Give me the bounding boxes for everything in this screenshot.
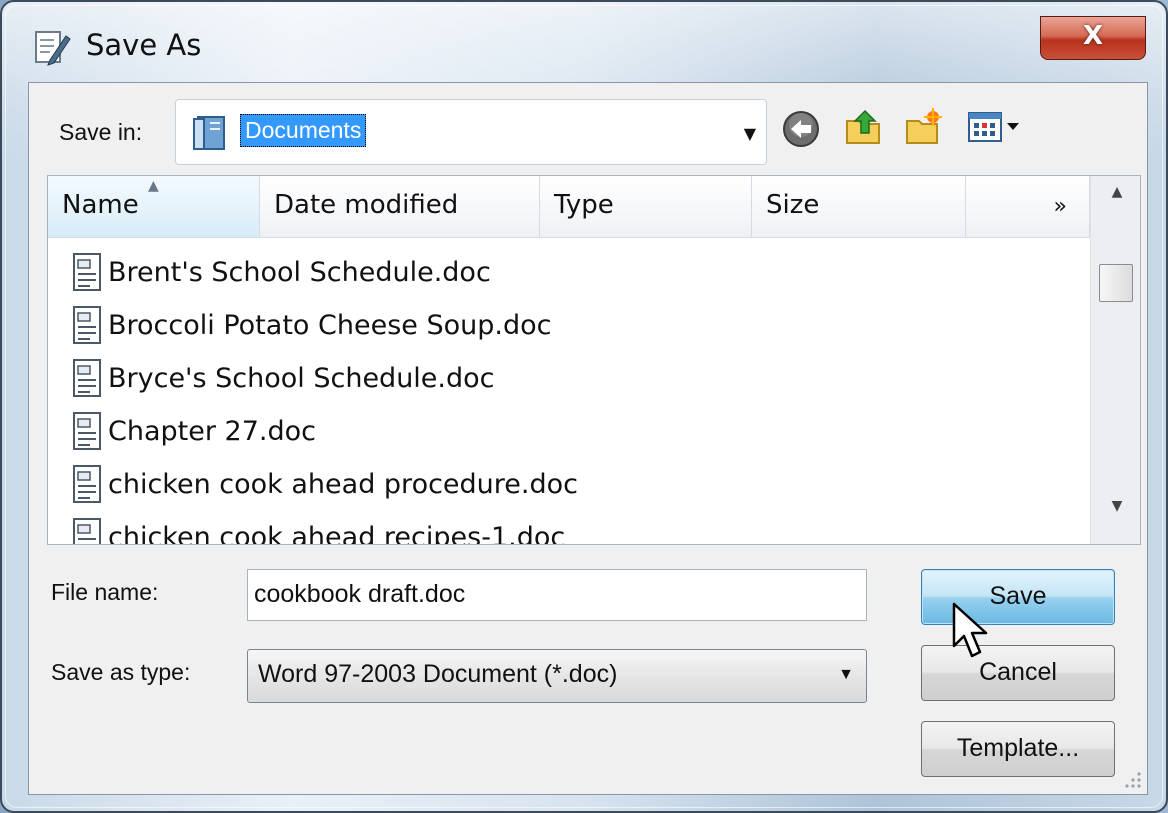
up-folder-icon[interactable] [843, 107, 883, 147]
file-name-input[interactable]: cookbook draft.doc [247, 569, 867, 621]
column-header-label: Date modified [274, 190, 459, 220]
mouse-pointer-icon [952, 602, 988, 658]
template-button[interactable]: Template... [921, 721, 1115, 777]
close-icon: X [1082, 21, 1104, 51]
file-name: Broccoli Potato Cheese Soup.doc [108, 309, 552, 341]
word-document-icon [73, 306, 101, 344]
file-row[interactable]: Chapter 27.doc [70, 405, 316, 457]
back-icon[interactable] [781, 109, 821, 149]
save-as-type-value: Word 97-2003 Document (*.doc) [258, 660, 618, 688]
file-name: Chapter 27.doc [108, 415, 316, 447]
word-document-icon [73, 412, 101, 450]
file-row[interactable]: chicken cook ahead recipes-1.doc [70, 511, 566, 545]
scroll-down-icon[interactable]: ▼ [1091, 498, 1140, 538]
file-name: chicken cook ahead recipes-1.doc [108, 521, 566, 545]
column-header-label: Type [554, 190, 614, 220]
dialog-client-area: Save in: Documents ▼ ▲ Name Date modifie… [28, 82, 1148, 795]
resize-grip-icon[interactable] [1121, 768, 1143, 790]
column-overflow-button[interactable]: » [966, 176, 1090, 238]
file-name: Brent's School Schedule.doc [108, 256, 491, 288]
chevron-down-icon[interactable]: ▼ [838, 666, 854, 684]
column-header-label: Size [766, 190, 820, 220]
chevron-down-icon[interactable]: ▼ [744, 124, 756, 143]
views-menu-icon[interactable] [967, 107, 1031, 147]
file-name-label: File name: [51, 579, 159, 605]
save-as-type-select[interactable]: Word 97-2003 Document (*.doc) ▼ [247, 649, 867, 703]
save-in-combobox[interactable]: Documents ▼ [175, 99, 767, 165]
scroll-up-icon[interactable]: ▲ [1091, 184, 1140, 224]
new-folder-icon[interactable] [903, 107, 943, 147]
save-in-value: Documents [240, 114, 367, 147]
word-document-icon [73, 359, 101, 397]
save-as-type-label: Save as type: [51, 659, 191, 685]
file-name: Bryce's School Schedule.doc [108, 362, 495, 394]
save-in-label: Save in: [59, 119, 143, 145]
column-header-type[interactable]: Type [540, 176, 752, 238]
file-row[interactable]: Broccoli Potato Cheese Soup.doc [70, 299, 551, 351]
documents-folder-icon [193, 116, 225, 150]
column-header-name[interactable]: ▲ Name [48, 176, 260, 238]
scrollbar-thumb[interactable] [1099, 264, 1133, 302]
column-header-date-modified[interactable]: Date modified [260, 176, 540, 238]
vertical-scrollbar[interactable]: ▲ ▼ [1090, 176, 1140, 544]
word-document-icon [73, 465, 101, 503]
save-as-dialog: Save As X Save in: Documents ▼ ▲ Name Da… [0, 0, 1168, 813]
word-document-icon [73, 253, 101, 291]
word-document-icon [73, 518, 101, 544]
file-row[interactable]: Brent's School Schedule.doc [70, 246, 491, 298]
document-pencil-icon [35, 31, 71, 66]
column-header-label: Name [62, 190, 139, 220]
file-row[interactable]: Bryce's School Schedule.doc [70, 352, 495, 404]
dialog-title: Save As [86, 28, 202, 62]
file-list[interactable]: ▲ Name Date modified Type Size » Brent's… [47, 175, 1141, 545]
sort-ascending-icon: ▲ [148, 178, 159, 194]
close-button[interactable]: X [1040, 16, 1146, 60]
file-row[interactable]: chicken cook ahead procedure.doc [70, 458, 578, 510]
file-name: chicken cook ahead procedure.doc [108, 468, 578, 500]
column-header-size[interactable]: Size [752, 176, 966, 238]
chevron-right-double-icon: » [1053, 194, 1067, 219]
